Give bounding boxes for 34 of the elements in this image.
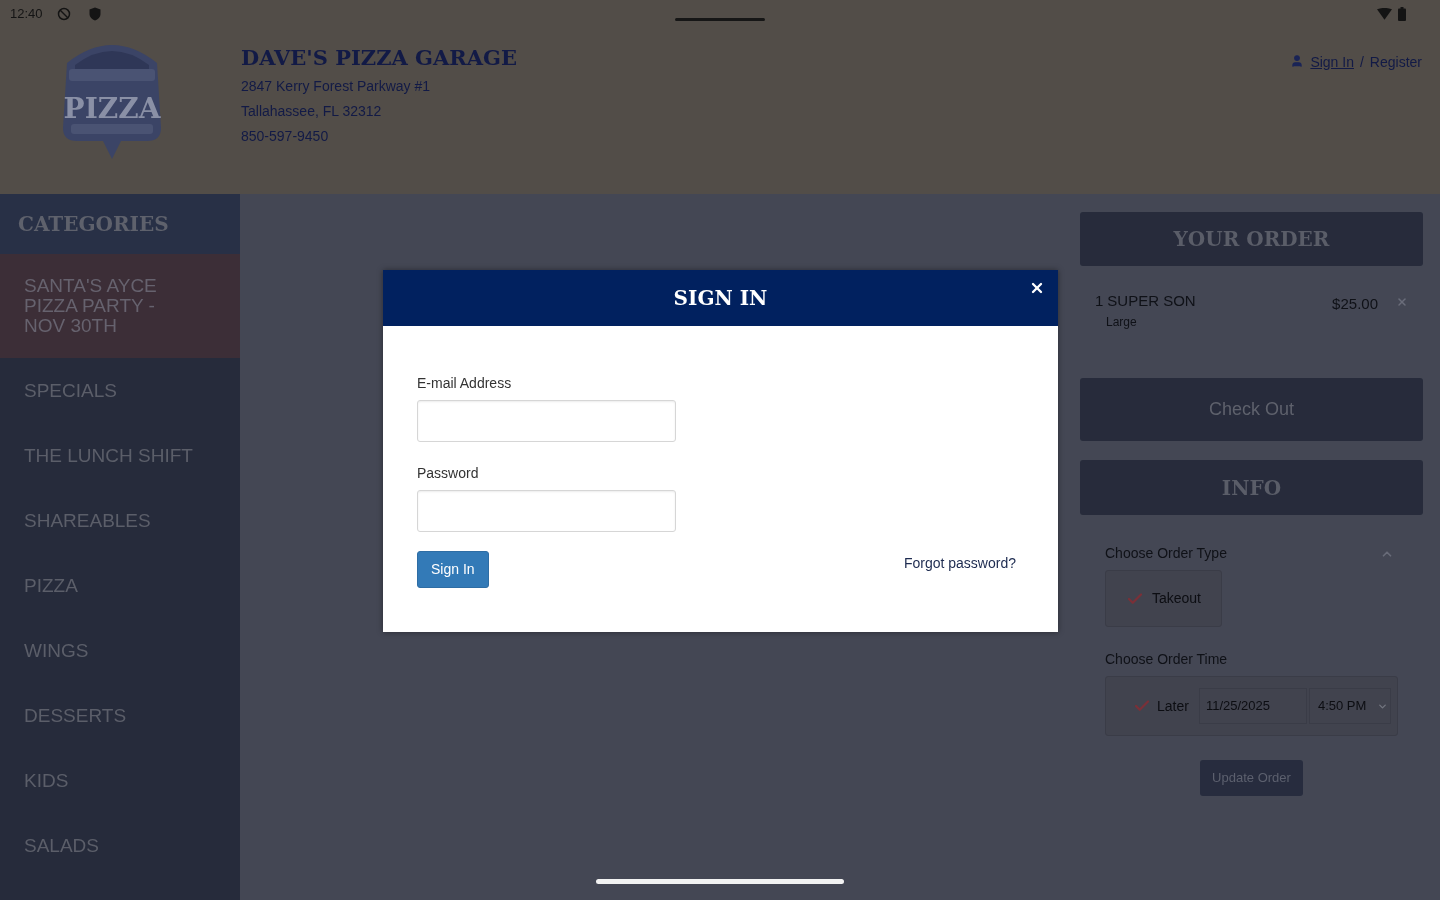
address-line: 2847 Kerry Forest Parkway #1 [241,77,432,96]
battery-icon [1398,7,1406,21]
shield-icon [88,7,101,21]
dialog-title: SIGN IN [673,285,768,312]
field-label: E-mail Address [417,374,512,392]
order-type-label: Choose Order Type [1105,544,1227,563]
drag-handle-icon [675,18,765,21]
address-line: 850-597-9450 [241,127,330,146]
date-field[interactable]: 11/25/2025 [1198,688,1307,724]
input-field[interactable] [417,490,676,532]
register-link[interactable]: Register [1369,52,1422,73]
address-line: Tallahassee, FL 32312 [241,102,383,121]
input-field[interactable] [417,400,676,442]
time-select[interactable]: 4:50 PM [1308,688,1391,724]
status-time: 12:40 [10,5,43,24]
forgot-password-link[interactable]: Forgot password? [903,553,1016,574]
item-price: $25.00 [1332,294,1378,314]
close-icon[interactable] [1029,280,1045,296]
item-option: Large [1106,312,1196,331]
order-type-option[interactable]: Takeout [1105,570,1222,627]
x-icon[interactable] [1396,296,1408,308]
later-option[interactable]: Later [1133,695,1189,717]
user-icon [1290,54,1305,68]
sign-in-link[interactable]: Sign In [1310,52,1354,73]
do-not-disturb-icon [56,7,71,21]
wifi-icon [1377,8,1392,20]
home-indicator-icon [596,879,844,884]
link-separator: / [1359,53,1364,72]
field-label: Password [417,464,479,482]
order-time-label: Choose Order Time [1105,650,1228,669]
item-quantity: 1 [1095,291,1104,311]
restaurant-name: DAVE'S PIZZA GARAGE [241,45,517,71]
item-name: SUPER SON [1107,291,1196,311]
sign-in-button[interactable]: Sign In [417,551,489,588]
